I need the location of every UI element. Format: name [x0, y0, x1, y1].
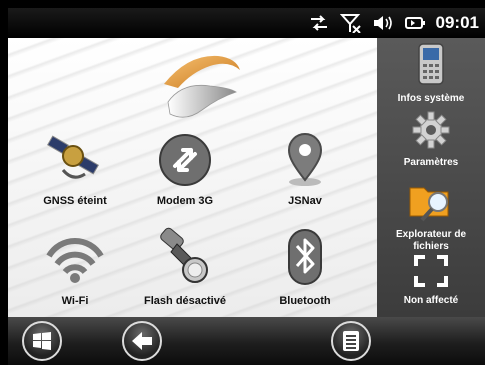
battery-icon[interactable]	[404, 13, 426, 33]
wifi-icon	[46, 237, 104, 283]
clock[interactable]: 09:01	[436, 13, 479, 33]
speaker-icon[interactable]	[372, 13, 394, 33]
back-button[interactable]	[122, 321, 162, 361]
signal-off-icon[interactable]	[339, 13, 362, 33]
side-item-unassigned[interactable]: Non affecté	[377, 254, 485, 307]
windows-logo-icon	[33, 332, 51, 350]
app-gnss[interactable]: GNSS éteint	[20, 130, 130, 207]
map-pin-icon	[287, 133, 323, 186]
bluetooth-icon	[288, 229, 322, 285]
satellite-icon	[47, 135, 99, 179]
flashlight-icon	[160, 227, 208, 283]
sync-arrows-icon[interactable]	[308, 13, 330, 33]
modem-sync-icon	[159, 134, 211, 186]
side-item-file-explorer[interactable]: Explorateur de fichiers	[377, 180, 485, 253]
app-label: JSNav	[288, 195, 322, 207]
app-bluetooth[interactable]: Bluetooth	[250, 228, 360, 307]
taskbar	[8, 317, 485, 365]
app-wifi[interactable]: Wi-Fi	[20, 230, 130, 307]
side-panel: Infos système Paramètres Explorateur de …	[377, 38, 485, 317]
menu-list-icon	[343, 331, 359, 351]
app-jsnav[interactable]: JSNav	[250, 130, 360, 207]
start-button[interactable]	[22, 321, 62, 361]
handheld-device-icon	[418, 43, 444, 85]
desktop: GNSS éteint Modem 3G JSNav Wi-Fi Flash d…	[8, 38, 377, 317]
brand-logo-icon	[164, 55, 240, 118]
side-item-label: Non affecté	[403, 295, 459, 306]
side-item-settings[interactable]: Paramètres	[377, 110, 485, 169]
folder-search-icon	[409, 187, 449, 222]
app-label: Modem 3G	[156, 195, 214, 207]
app-label: Bluetooth	[279, 295, 331, 307]
menu-button[interactable]	[331, 321, 371, 361]
gear-icon	[412, 111, 450, 149]
app-flash[interactable]: Flash désactivé	[130, 226, 240, 307]
app-label: Flash désactivé	[144, 295, 226, 307]
back-arrow-icon	[132, 332, 152, 350]
side-item-label: Explorateur de fichiers	[395, 229, 467, 252]
side-item-system-info[interactable]: Infos système	[377, 42, 485, 105]
side-item-label: Paramètres	[403, 157, 459, 168]
app-label: Wi-Fi	[61, 295, 89, 307]
app-modem-3g[interactable]: Modem 3G	[130, 132, 240, 207]
app-label: GNSS éteint	[43, 195, 107, 207]
side-item-label: Infos système	[397, 93, 465, 104]
status-bar: 09:01	[8, 8, 485, 38]
corner-brackets-icon	[414, 255, 448, 287]
